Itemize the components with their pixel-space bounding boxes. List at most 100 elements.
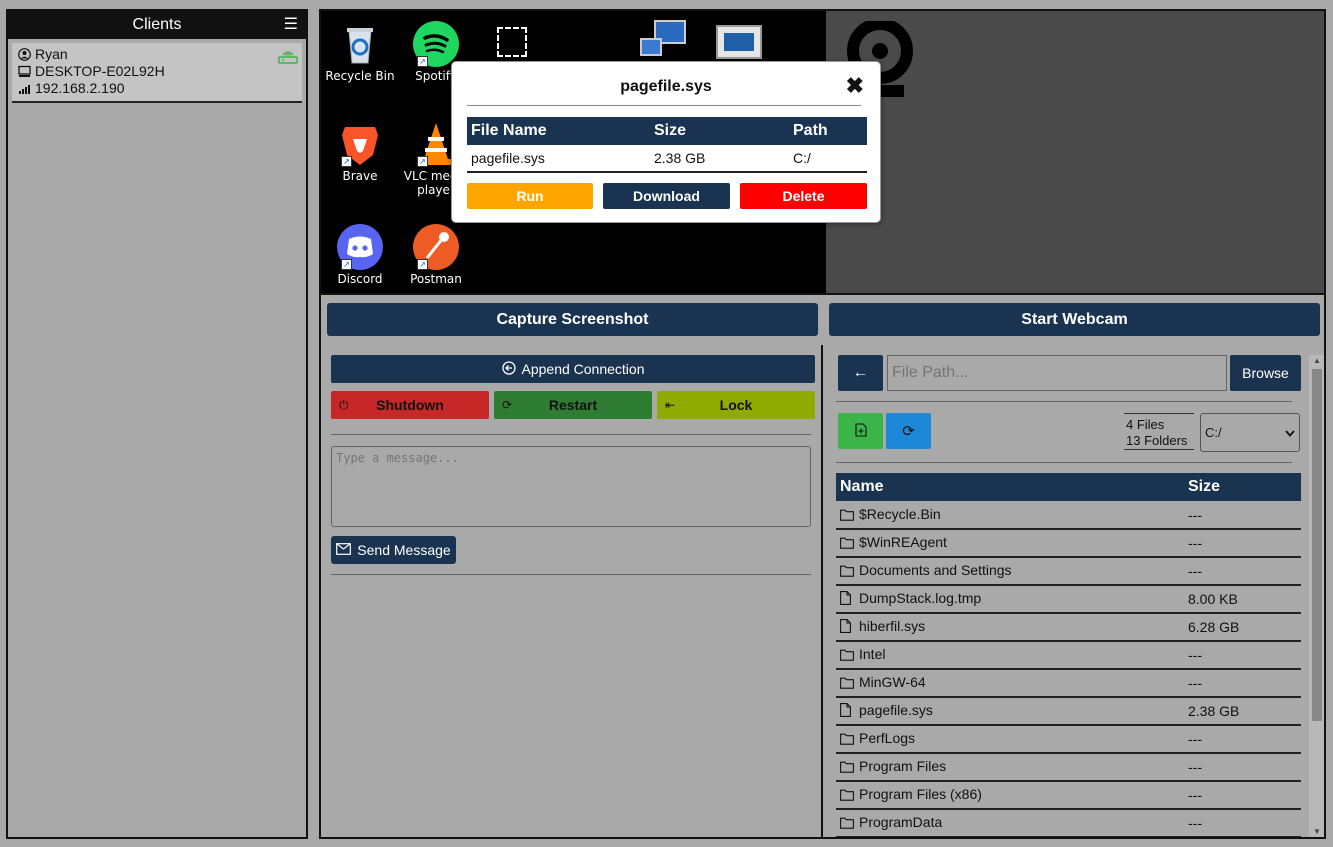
client-name: Ryan: [35, 46, 68, 62]
file-row[interactable]: Program Files (x86) ---: [836, 781, 1301, 810]
divider: [467, 105, 861, 106]
lock-button[interactable]: ⇤ Lock: [657, 391, 815, 419]
file-size: ---: [1184, 809, 1301, 837]
file-explorer-panel: ← Browse ⟳ 4 Files 13 Folders C:/ Name S…: [826, 345, 1324, 837]
header-size: Size: [650, 117, 789, 145]
file-name-cell[interactable]: $Recycle.Bin: [836, 501, 1184, 530]
file-name: $WinREAgent: [859, 534, 947, 550]
browse-button[interactable]: Browse: [1230, 355, 1301, 391]
file-row[interactable]: $WinREAgent ---: [836, 529, 1301, 558]
file-size: ---: [1184, 753, 1301, 782]
envelope-icon: [336, 542, 352, 558]
folder-icon: [840, 648, 854, 664]
file-name-cell[interactable]: ProgramData: [836, 809, 1184, 837]
file-name-cell[interactable]: Program Files: [836, 753, 1184, 782]
spotify-icon: ↗: [413, 21, 459, 67]
chevron-down-icon: [1285, 425, 1295, 440]
file-row[interactable]: $Recycle.Bin ---: [836, 501, 1301, 530]
desktop-icon-label: Postman: [410, 272, 462, 286]
file-name-cell[interactable]: MinGW-64: [836, 669, 1184, 698]
file-path-input[interactable]: [887, 355, 1227, 391]
column-header-name[interactable]: Name: [836, 473, 1184, 501]
folder-icon: [840, 732, 854, 748]
drive-select[interactable]: C:/: [1200, 413, 1300, 452]
scrollbar[interactable]: ▲ ▼: [1309, 355, 1324, 837]
screenshot-tool-icon: [497, 27, 527, 57]
connection-status-icon: [278, 49, 298, 69]
folder-icon: [840, 564, 854, 580]
hamburger-menu-icon[interactable]: ☰: [284, 11, 298, 38]
file-row[interactable]: DumpStack.log.tmp 8.00 KB: [836, 585, 1301, 614]
file-table: Name Size $Recycle.Bin --- $WinREAgent --- D…: [836, 473, 1301, 837]
file-row[interactable]: MinGW-64 ---: [836, 669, 1301, 698]
file-icon: [840, 703, 854, 720]
shutdown-button[interactable]: ⏻ Shutdown: [331, 391, 489, 419]
refresh-icon: ⟳: [502, 398, 513, 412]
column-header-size[interactable]: Size: [1184, 473, 1301, 501]
file-name-cell[interactable]: Documents and Settings: [836, 557, 1184, 586]
append-connection-button[interactable]: Append Connection: [331, 355, 815, 383]
signal-icon: [18, 82, 31, 95]
file-name: DumpStack.log.tmp: [859, 590, 982, 606]
send-message-label: Send Message: [357, 542, 451, 558]
back-arrow-button[interactable]: ←: [838, 355, 883, 391]
file-size: 6.28 GB: [1184, 613, 1301, 642]
folders-count: 13 Folders: [1126, 433, 1188, 448]
capture-screenshot-button[interactable]: Capture Screenshot: [327, 303, 818, 336]
download-button[interactable]: Download: [603, 183, 730, 209]
close-icon[interactable]: ✖: [846, 75, 864, 97]
file-icon: [840, 619, 854, 636]
divider: [331, 434, 811, 435]
file-row[interactable]: ProgramData ---: [836, 809, 1301, 837]
recycle-bin-icon: [337, 21, 383, 67]
sidebar-header: Clients ☰: [8, 11, 306, 39]
restart-button[interactable]: ⟳ Restart: [494, 391, 652, 419]
folder-icon: [840, 536, 854, 552]
file-name: Program Files (x86): [859, 786, 982, 802]
divider: [331, 574, 811, 575]
new-file-button[interactable]: [838, 413, 883, 449]
file-row[interactable]: Intel ---: [836, 641, 1301, 670]
scroll-up-icon[interactable]: ▲: [1313, 356, 1321, 365]
run-button[interactable]: Run: [467, 183, 593, 209]
file-size: ---: [1184, 725, 1301, 754]
file-name-cell[interactable]: $WinREAgent: [836, 529, 1184, 558]
file-row[interactable]: hiberfil.sys 6.28 GB: [836, 613, 1301, 642]
client-card[interactable]: Ryan DESKTOP-E02L92H 192.168.2.190: [12, 43, 302, 103]
file-name: Program Files: [859, 758, 947, 774]
file-name-cell[interactable]: pagefile.sys: [836, 697, 1184, 726]
file-name-cell[interactable]: DumpStack.log.tmp: [836, 585, 1184, 614]
scroll-down-icon[interactable]: ▼: [1313, 827, 1321, 836]
file-name-cell[interactable]: hiberfil.sys: [836, 613, 1184, 642]
sign-out-icon: ⇤: [665, 398, 676, 412]
shutdown-label: Shutdown: [376, 397, 444, 413]
file-row[interactable]: Program Files ---: [836, 753, 1301, 782]
desktop-icon-label: Recycle Bin: [325, 69, 395, 83]
file-icon: [840, 591, 854, 608]
file-row[interactable]: PerfLogs ---: [836, 725, 1301, 754]
file-name-cell[interactable]: PerfLogs: [836, 725, 1184, 754]
user-icon: [18, 48, 31, 61]
file-size: ---: [1184, 529, 1301, 558]
send-message-button[interactable]: Send Message: [331, 536, 456, 564]
file-name-cell[interactable]: Intel: [836, 641, 1184, 670]
file-row[interactable]: pagefile.sys 2.38 GB: [836, 697, 1301, 726]
desktop-icon-recycle-bin: Recycle Bin: [324, 21, 396, 83]
file-name: Intel: [859, 646, 886, 662]
file-row[interactable]: Documents and Settings ---: [836, 557, 1301, 586]
refresh-icon: ⟳: [902, 423, 915, 440]
client-ip: 192.168.2.190: [35, 80, 125, 96]
file-name: Documents and Settings: [859, 562, 1012, 578]
file-details-table: File Name Size Path pagefile.sys 2.38 GB…: [467, 117, 867, 173]
desktop-icon-discord: ↗ Discord: [324, 224, 396, 286]
file-name-cell[interactable]: Program Files (x86): [836, 781, 1184, 810]
start-webcam-button[interactable]: Start Webcam: [829, 303, 1320, 336]
divider: [836, 401, 1292, 402]
file-plus-icon: [854, 422, 867, 440]
message-input[interactable]: [331, 446, 811, 527]
refresh-button[interactable]: ⟳: [886, 413, 931, 449]
header-path: Path: [789, 117, 867, 145]
postman-icon: ↗: [413, 224, 459, 270]
scrollbar-thumb[interactable]: [1312, 369, 1322, 721]
delete-button[interactable]: Delete: [740, 183, 867, 209]
